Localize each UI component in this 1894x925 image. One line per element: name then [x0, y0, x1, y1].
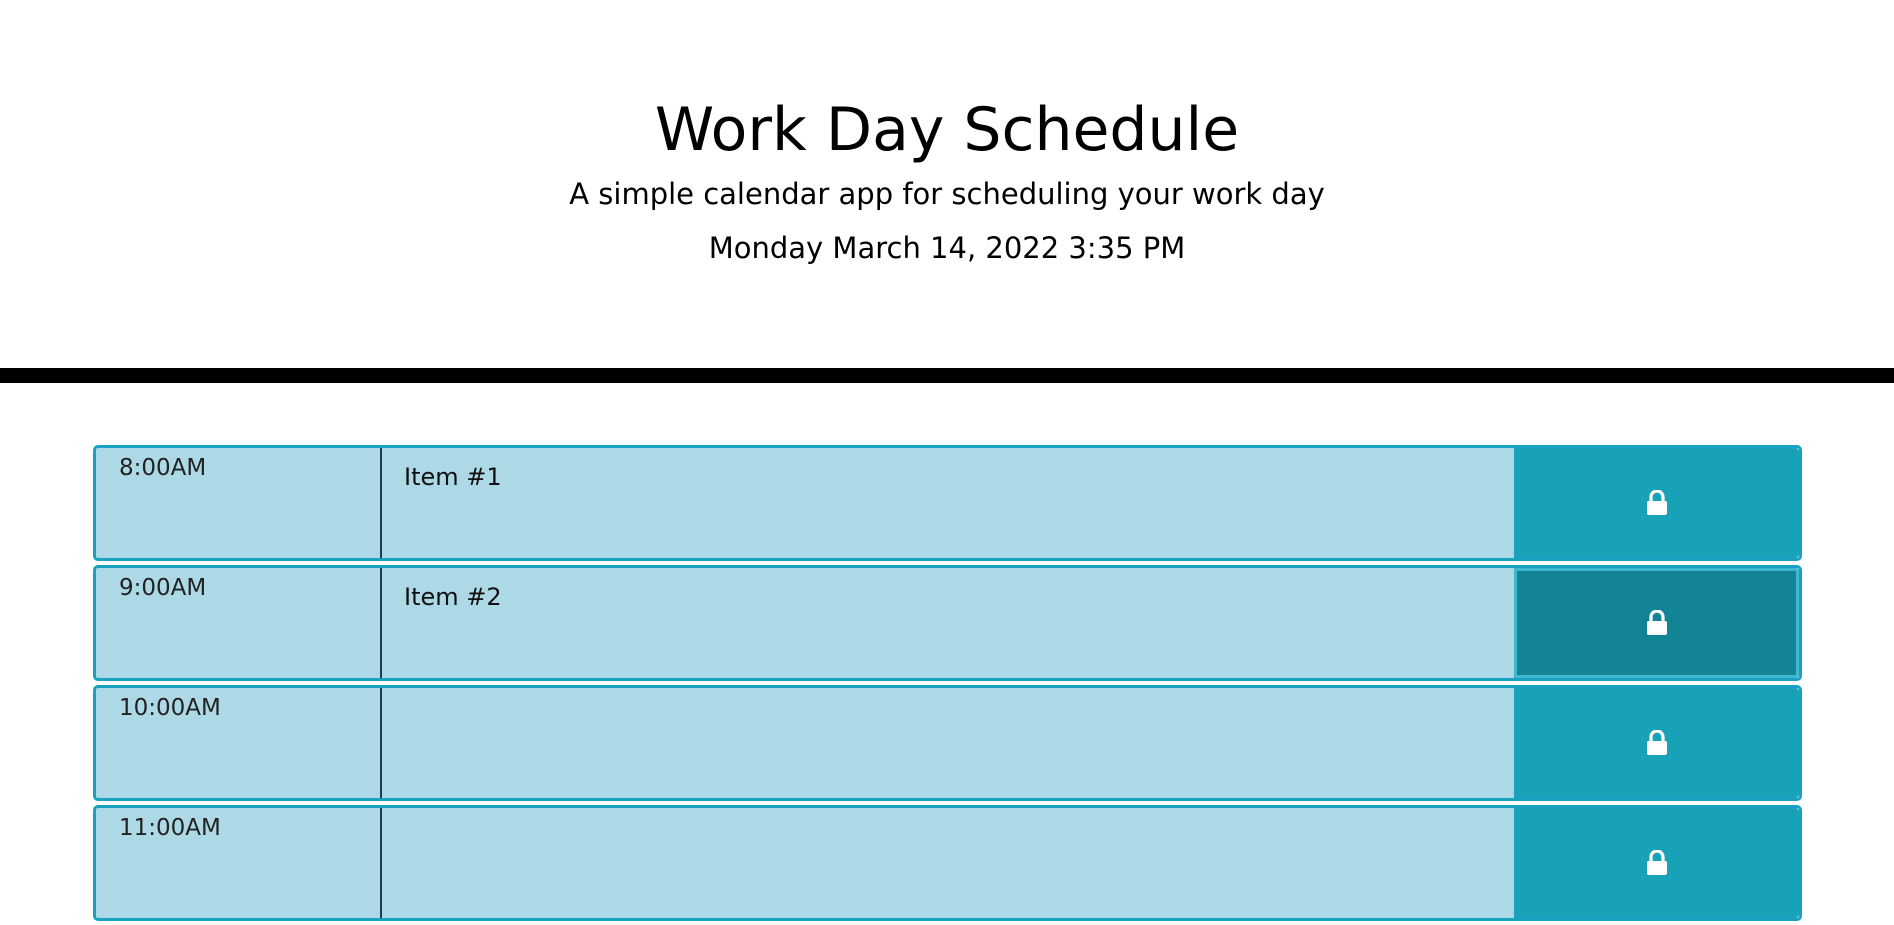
- save-button[interactable]: [1514, 688, 1799, 798]
- lock-icon: [1646, 610, 1667, 635]
- hour-label: 9:00AM: [96, 568, 382, 678]
- time-block-row: 8:00AM Item #1: [93, 445, 1802, 561]
- save-button[interactable]: [1514, 448, 1799, 558]
- lock-icon: [1646, 490, 1667, 515]
- time-block-row: 11:00AM: [93, 805, 1802, 921]
- schedule-container: 8:00AM Item #1 9:00AM Item #2 10:00AM 11…: [93, 445, 1802, 925]
- save-button[interactable]: [1514, 568, 1799, 678]
- event-description-input[interactable]: [382, 808, 1514, 918]
- event-description-input[interactable]: Item #2: [382, 568, 1514, 678]
- hour-label: 10:00AM: [96, 688, 382, 798]
- time-block-row: 10:00AM: [93, 685, 1802, 801]
- event-description-input[interactable]: Item #1: [382, 448, 1514, 558]
- header: Work Day Schedule A simple calendar app …: [0, 0, 1894, 383]
- save-button[interactable]: [1514, 808, 1799, 918]
- page-title: Work Day Schedule: [654, 95, 1240, 165]
- event-description-input[interactable]: [382, 688, 1514, 798]
- lock-icon: [1646, 730, 1667, 755]
- hour-label: 11:00AM: [96, 808, 382, 918]
- hour-label: 8:00AM: [96, 448, 382, 558]
- current-date-time: Monday March 14, 2022 3:35 PM: [708, 231, 1186, 265]
- lock-icon: [1646, 850, 1667, 875]
- time-block-row: 9:00AM Item #2: [93, 565, 1802, 681]
- page-subtitle: A simple calendar app for scheduling you…: [569, 177, 1325, 211]
